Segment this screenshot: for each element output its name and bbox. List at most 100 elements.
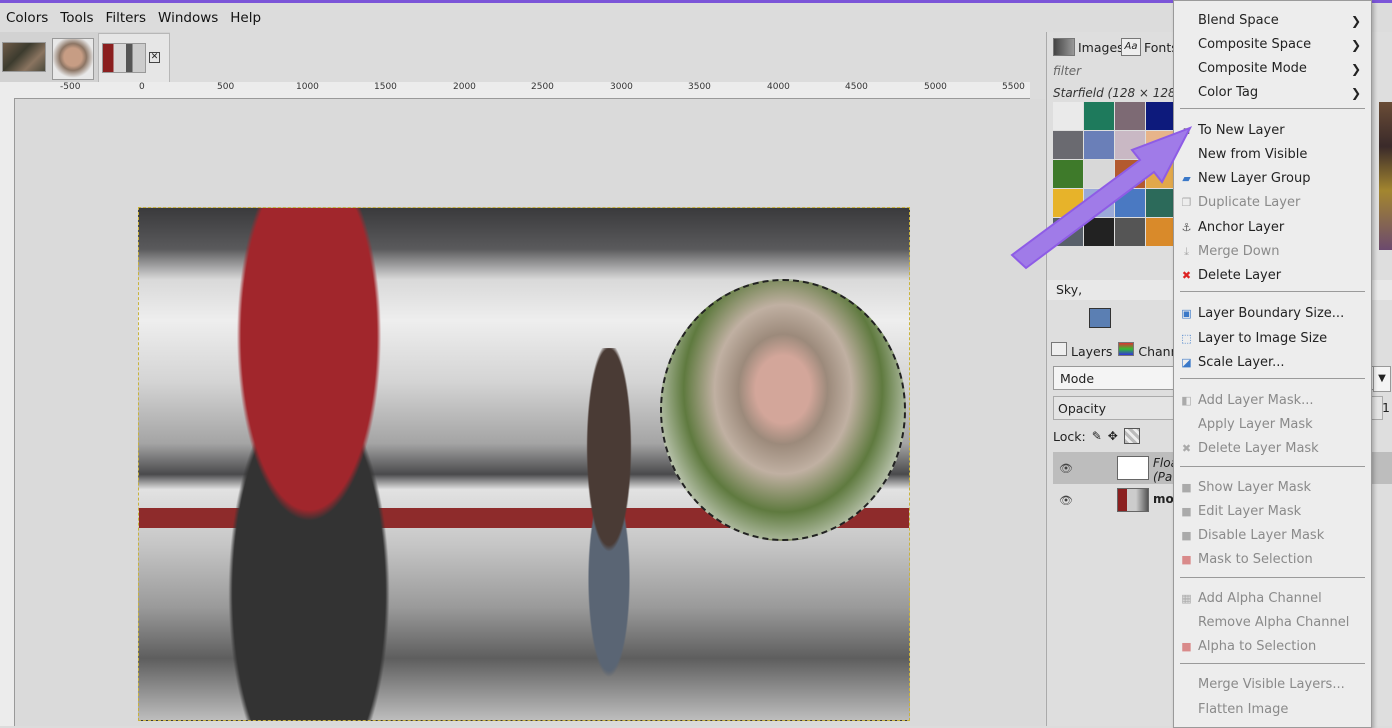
vertical-ruler[interactable] <box>0 98 15 726</box>
merge-down-icon: ⤓ <box>1184 245 1189 258</box>
image-tab-active[interactable]: ✕ <box>98 33 170 83</box>
ruler-corner[interactable] <box>0 82 15 99</box>
menu-item-layer-boundary-size[interactable]: ▣ Layer Boundary Size... <box>1174 302 1371 326</box>
pattern-swatch[interactable] <box>1084 131 1114 159</box>
tab-layers[interactable]: Layers <box>1051 341 1112 359</box>
image-tab-thumbnail-3[interactable] <box>102 43 146 73</box>
image-tabs: ✕ <box>0 32 170 83</box>
pattern-swatch[interactable] <box>1146 102 1176 130</box>
menu-separator <box>1180 577 1365 578</box>
menu-separator <box>1180 291 1365 292</box>
pattern-swatch[interactable] <box>1053 102 1083 130</box>
menu-windows[interactable]: Windows <box>152 10 224 26</box>
floating-selection-monkey[interactable] <box>660 279 906 541</box>
pattern-swatch[interactable] <box>1084 189 1114 217</box>
menu-help[interactable]: Help <box>224 10 267 26</box>
menu-item-composite-mode[interactable]: Composite Mode ❯ <box>1174 57 1371 81</box>
pattern-swatch[interactable] <box>1146 218 1176 246</box>
checkbox-icon: ■ <box>1181 505 1192 518</box>
pattern-grid-right[interactable] <box>1379 102 1392 250</box>
menu-item-apply-layer-mask[interactable]: Apply Layer Mask <box>1174 413 1371 437</box>
tab-fonts[interactable]: Aa Fonts <box>1121 38 1178 56</box>
menu-item-merge-down[interactable]: ⤓ Merge Down <box>1174 240 1371 264</box>
pattern-swatch[interactable] <box>1115 218 1145 246</box>
menu-item-layer-to-image-size[interactable]: ⬚ Layer to Image Size <box>1174 327 1371 351</box>
layer-group-icon: ▰ <box>1182 172 1191 185</box>
menu-item-label: Layer Boundary Size... <box>1198 306 1345 321</box>
pattern-grid[interactable] <box>1053 102 1177 250</box>
eye-icon[interactable]: 👁 <box>1059 494 1073 507</box>
pattern-swatch[interactable] <box>1053 131 1083 159</box>
pattern-swatch[interactable] <box>1146 189 1176 217</box>
tab-images[interactable]: Images <box>1053 38 1124 56</box>
menu-item-label: Merge Visible Layers... <box>1198 677 1345 692</box>
tab-images-label: Images <box>1078 39 1124 55</box>
menu-item-scale-layer[interactable]: ◪ Scale Layer... <box>1174 351 1371 375</box>
menu-item-delete-layer-mask[interactable]: ✖ Delete Layer Mask <box>1174 437 1371 461</box>
image-size-icon: ⬚ <box>1181 332 1192 345</box>
menu-filters[interactable]: Filters <box>100 10 152 26</box>
lock-alpha-icon[interactable] <box>1123 428 1140 444</box>
pattern-swatch[interactable] <box>1146 131 1176 159</box>
menu-item-composite-space[interactable]: Composite Space ❯ <box>1174 33 1371 57</box>
alpha-icon: ▦ <box>1181 592 1192 605</box>
menu-item-flatten-image[interactable]: Flatten Image <box>1174 698 1371 722</box>
layer-name-line2: (Pa <box>1153 470 1173 484</box>
menu-item-remove-alpha-channel[interactable]: Remove Alpha Channel <box>1174 611 1371 635</box>
image-tab-thumbnail-1[interactable] <box>2 42 46 72</box>
pattern-swatch[interactable] <box>1115 102 1145 130</box>
lock-pixels-icon[interactable]: ✎ <box>1092 429 1102 443</box>
menu-item-blend-space[interactable]: Blend Space ❯ <box>1174 9 1371 33</box>
menu-item-mask-to-selection[interactable]: ■ Mask to Selection <box>1174 548 1371 572</box>
menu-item-label: Anchor Layer <box>1198 220 1285 235</box>
pattern-swatch[interactable] <box>1084 218 1114 246</box>
menu-item-to-new-layer[interactable]: ▫ To New Layer <box>1174 119 1371 143</box>
menu-item-new-from-visible[interactable]: New from Visible <box>1174 143 1371 167</box>
menu-item-label: Show Layer Mask <box>1198 480 1312 495</box>
menu-item-disable-layer-mask[interactable]: ■ Disable Layer Mask <box>1174 524 1371 548</box>
ruler-label: 3500 <box>688 82 711 92</box>
layer-name: mo <box>1153 492 1174 506</box>
menu-item-label: Composite Mode <box>1198 61 1307 76</box>
delete-mask-icon: ✖ <box>1181 442 1192 455</box>
pattern-swatch[interactable] <box>1115 160 1145 188</box>
layer-context-menu: Blend Space ❯ Composite Space ❯ Composite Mo… <box>1173 0 1372 728</box>
checkbox-icon: ■ <box>1181 481 1192 494</box>
menu-item-color-tag[interactable]: Color Tag ❯ <box>1174 81 1371 105</box>
layers-icon <box>1051 341 1067 356</box>
menu-item-edit-layer-mask[interactable]: ■ Edit Layer Mask <box>1174 500 1371 524</box>
menu-item-label: Disable Layer Mask <box>1198 528 1325 543</box>
lock-position-icon[interactable]: ✥ <box>1108 429 1118 443</box>
pattern-swatch[interactable] <box>1146 160 1176 188</box>
opacity-value: 1 <box>1382 400 1390 415</box>
standing-person <box>559 348 659 678</box>
menu-item-label: Blend Space <box>1198 13 1279 28</box>
menu-item-duplicate-layer[interactable]: ❐ Duplicate Layer <box>1174 191 1371 215</box>
pattern-swatch[interactable] <box>1053 189 1083 217</box>
image-tab-thumbnail-2[interactable] <box>52 38 94 80</box>
menu-colors[interactable]: Colors <box>0 10 54 26</box>
dock-icon[interactable] <box>1089 308 1111 328</box>
pattern-swatch[interactable] <box>1053 160 1083 188</box>
pattern-swatch[interactable] <box>1084 160 1114 188</box>
menu-item-add-layer-mask[interactable]: ◧ Add Layer Mask... <box>1174 389 1371 413</box>
eye-icon[interactable]: 👁 <box>1059 462 1073 475</box>
chevron-right-icon: ❯ <box>1350 86 1361 100</box>
horizontal-ruler[interactable]: -500 0 500 1000 1500 2000 2500 3000 3500… <box>14 82 1030 99</box>
menu-item-label: Merge Down <box>1198 244 1280 259</box>
menu-item-new-layer-group[interactable]: ▰ New Layer Group <box>1174 167 1371 191</box>
menu-item-alpha-to-selection[interactable]: ■ Alpha to Selection <box>1174 635 1371 659</box>
menu-tools[interactable]: Tools <box>54 10 99 26</box>
menu-item-anchor-layer[interactable]: ⚓ Anchor Layer <box>1174 216 1371 240</box>
pattern-swatch[interactable] <box>1115 131 1145 159</box>
menu-item-merge-visible-layers[interactable]: Merge Visible Layers... <box>1174 673 1371 697</box>
menu-item-delete-layer[interactable]: ✖ Delete Layer <box>1174 264 1371 288</box>
menu-item-show-layer-mask[interactable]: ■ Show Layer Mask <box>1174 476 1371 500</box>
chevron-down-icon[interactable]: ▼ <box>1373 366 1391 392</box>
menu-item-add-alpha-channel[interactable]: ▦ Add Alpha Channel <box>1174 587 1371 611</box>
menu-item-label: Delete Layer <box>1198 268 1282 283</box>
close-tab-icon[interactable]: ✕ <box>149 52 160 63</box>
pattern-swatch[interactable] <box>1084 102 1114 130</box>
pattern-swatch[interactable] <box>1053 218 1083 246</box>
pattern-swatch[interactable] <box>1115 189 1145 217</box>
